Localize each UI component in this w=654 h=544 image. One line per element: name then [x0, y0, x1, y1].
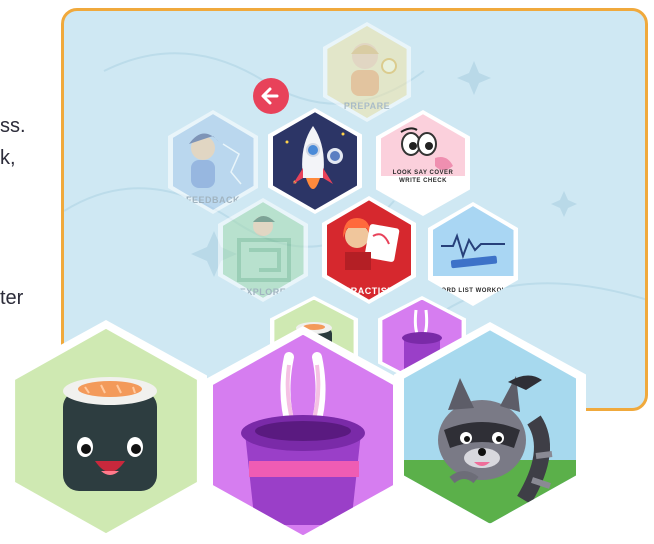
- cropped-text-2: k,: [0, 147, 16, 169]
- arrow-left-icon: [261, 87, 279, 105]
- sushi-icon: [63, 376, 158, 491]
- cropped-text-1: ss.: [0, 115, 26, 137]
- magic-hat-icon: [241, 351, 365, 525]
- back-button[interactable]: [253, 78, 289, 114]
- rocket-icon: [285, 126, 345, 190]
- eyes-mouth-icon: [380, 114, 466, 177]
- raccoon-icon: [403, 375, 577, 524]
- practise-character-icon: [342, 218, 399, 271]
- maze-icon: [236, 216, 291, 283]
- tile-look-say-cover-label: LOOK SAY COVER WRITE CHECK: [392, 170, 454, 184]
- cropped-text-3: ter: [0, 287, 24, 309]
